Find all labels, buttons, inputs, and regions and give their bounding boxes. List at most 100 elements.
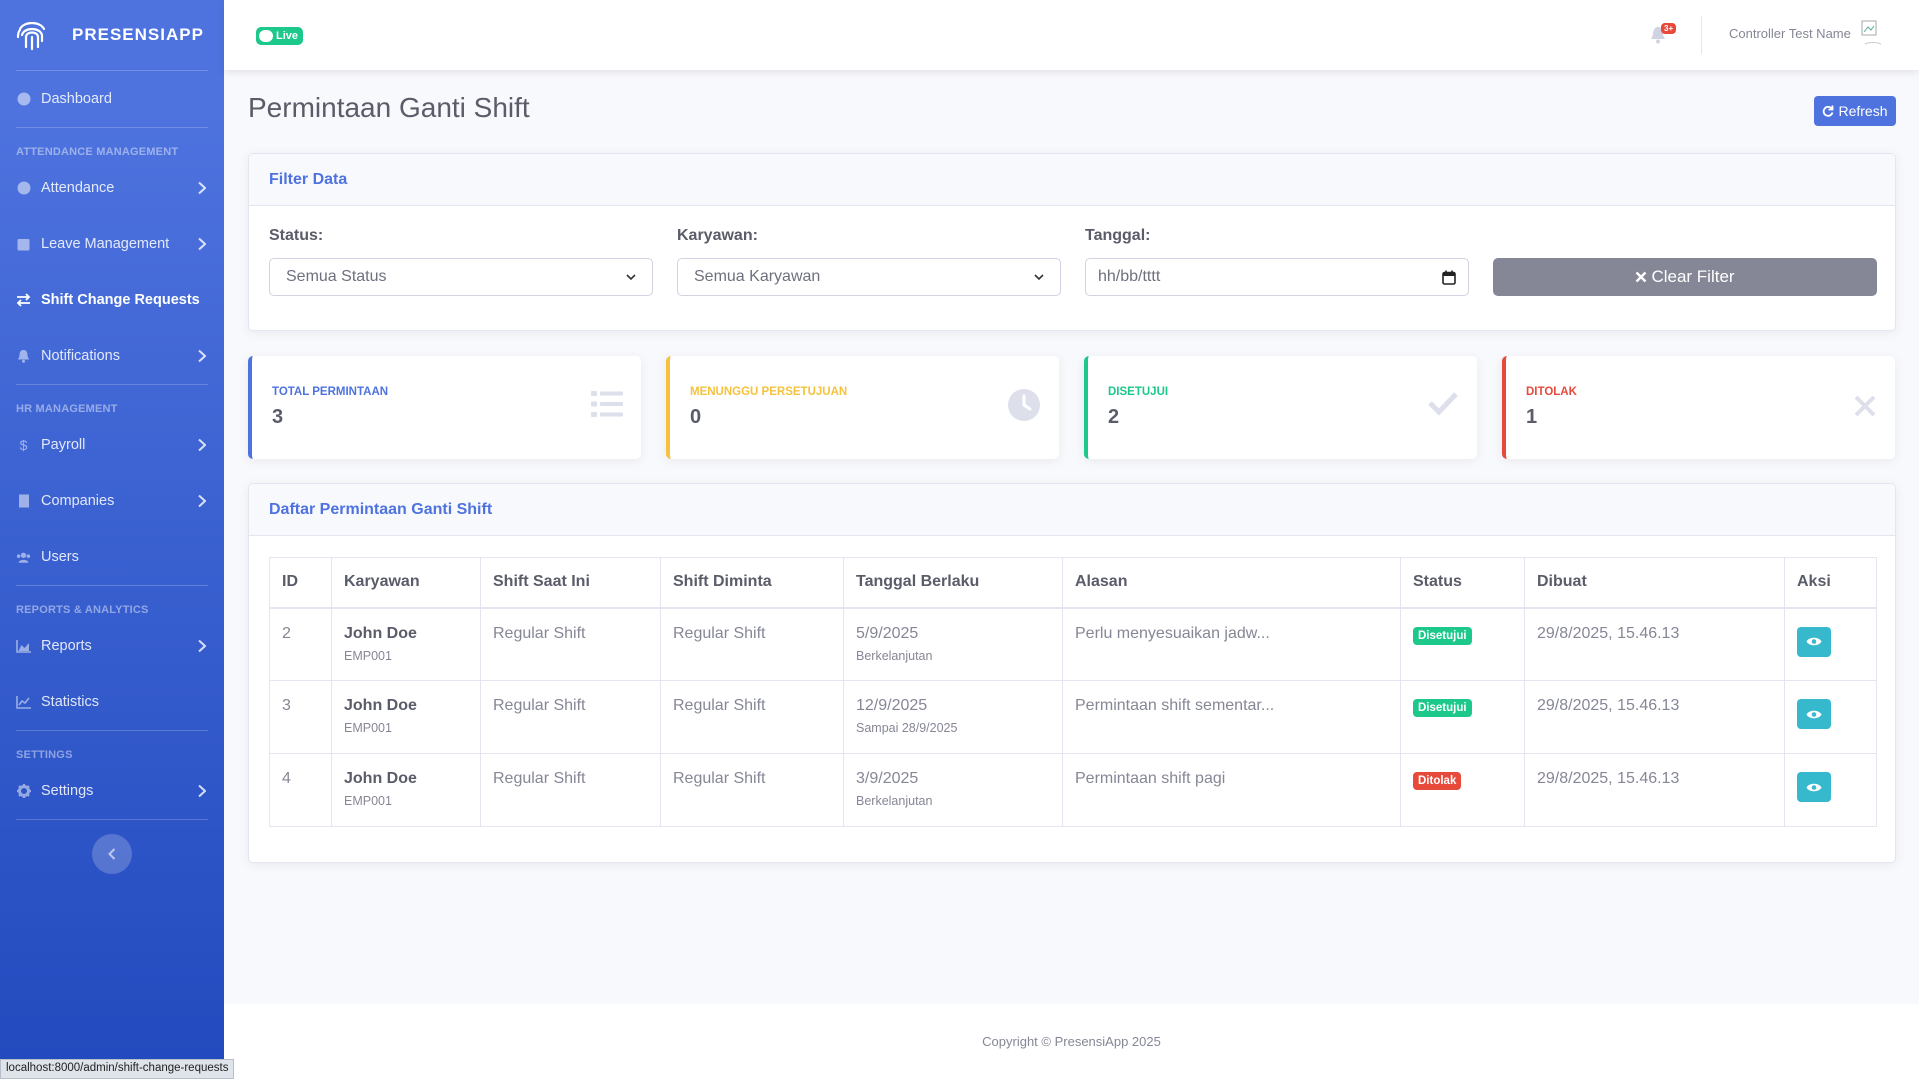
calendar-icon bbox=[16, 237, 31, 252]
shift-requests-card: Daftar Permintaan Ganti Shift ID Karyawa… bbox=[248, 483, 1896, 863]
date-input[interactable]: hh/bb/tttt bbox=[1085, 258, 1469, 296]
topbar-divider bbox=[1701, 16, 1702, 54]
employee-select[interactable]: Semua Karyawan bbox=[677, 258, 1061, 296]
chevron-down-icon bbox=[626, 273, 636, 280]
chevron-right-icon bbox=[198, 181, 206, 195]
chart-area-icon bbox=[16, 639, 31, 654]
chevron-right-icon bbox=[198, 494, 206, 508]
column-header: Aksi bbox=[1784, 557, 1877, 609]
column-header[interactable]: Tanggal Berlaku bbox=[843, 557, 1063, 609]
filter-card: Filter Data Status: Semua Status Karyawa… bbox=[248, 153, 1896, 331]
effective-date: 5/9/2025 bbox=[856, 624, 919, 642]
stat-label: DITOLAK bbox=[1526, 386, 1577, 398]
stat-value: 2 bbox=[1108, 406, 1120, 428]
effective-date-note: Sampai 28/9/2025 bbox=[856, 721, 958, 735]
chevron-left-icon bbox=[108, 848, 116, 860]
sidebar-toggle-button[interactable] bbox=[92, 834, 132, 874]
chevron-right-icon bbox=[198, 639, 206, 653]
avatar[interactable] bbox=[1861, 20, 1883, 46]
cell-status: Disetujui bbox=[1400, 607, 1525, 681]
column-header[interactable]: Shift Diminta bbox=[660, 557, 844, 609]
view-button[interactable] bbox=[1797, 626, 1831, 657]
column-header[interactable]: ID bbox=[269, 557, 332, 609]
notification-badge: 3+ bbox=[1661, 23, 1677, 34]
sidebar-item-payroll[interactable]: $ Payroll bbox=[0, 417, 224, 473]
brand-name: PRESENSIAPP bbox=[72, 25, 204, 44]
view-button[interactable] bbox=[1797, 699, 1831, 729]
cell-employee: John Doe EMP001 bbox=[331, 680, 481, 754]
dollar-icon: $ bbox=[19, 437, 28, 453]
chevron-right-icon bbox=[198, 349, 206, 363]
sidebar-item-companies[interactable]: Companies bbox=[0, 473, 224, 529]
cell-created: 29/8/2025, 15.46.13 bbox=[1524, 607, 1785, 681]
sidebar-item-label: Shift Change Requests bbox=[41, 292, 200, 308]
stat-card-rejected: DITOLAK 1 bbox=[1502, 356, 1895, 459]
stat-card-approved: DISETUJUI 2 bbox=[1084, 356, 1477, 459]
gear-icon bbox=[16, 784, 31, 799]
sidebar-item-reports[interactable]: Reports bbox=[0, 618, 224, 674]
column-header[interactable]: Status bbox=[1400, 557, 1525, 609]
effective-date: 12/9/2025 bbox=[856, 697, 928, 714]
user-name[interactable]: Controller Test Name bbox=[1729, 26, 1851, 41]
cell-effective-date: 3/9/2025 Berkelanjutan bbox=[843, 753, 1063, 827]
status-select[interactable]: Semua Status bbox=[269, 258, 653, 296]
calendar-icon[interactable] bbox=[1442, 270, 1456, 285]
sidebar-item-label: Users bbox=[41, 549, 79, 565]
employee-name: John Doe bbox=[344, 770, 417, 787]
refresh-label: Refresh bbox=[1838, 103, 1888, 119]
sidebar-heading: ATTENDANCE MANAGEMENT bbox=[16, 146, 179, 158]
sidebar-item-statistics[interactable]: Statistics bbox=[0, 674, 224, 730]
shift-requests-table: ID Karyawan Shift Saat Ini Shift Diminta… bbox=[269, 557, 1877, 827]
cell-id: 3 bbox=[269, 680, 332, 754]
column-header[interactable]: Dibuat bbox=[1524, 557, 1785, 609]
stat-label: DISETUJUI bbox=[1108, 386, 1169, 398]
table-row: 3 John Doe EMP001 Regular Shift Regular S… bbox=[269, 680, 1877, 754]
column-header[interactable]: Shift Saat Ini bbox=[480, 557, 661, 609]
table-header-row: ID Karyawan Shift Saat Ini Shift Diminta… bbox=[269, 557, 1877, 609]
topbar: Live 3+ Controller Test Name bbox=[224, 0, 1919, 70]
chart-line-icon bbox=[16, 695, 31, 710]
employee-name: John Doe bbox=[344, 624, 417, 642]
sidebar-item-settings[interactable]: Settings bbox=[0, 763, 224, 819]
cell-id: 2 bbox=[269, 607, 332, 681]
sidebar-item-notifications[interactable]: Notifications bbox=[0, 328, 224, 384]
cell-effective-date: 12/9/2025 Sampai 28/9/2025 bbox=[843, 680, 1063, 754]
filter-card-title: Filter Data bbox=[249, 154, 1895, 206]
clock-icon bbox=[1008, 389, 1040, 421]
cell-requested-shift: Regular Shift bbox=[660, 607, 844, 681]
sidebar-item-label: Payroll bbox=[41, 437, 86, 453]
clear-filter-button[interactable]: Clear Filter bbox=[1493, 258, 1877, 296]
brand[interactable]: PRESENSIAPP bbox=[0, 0, 224, 70]
cell-current-shift: Regular Shift bbox=[480, 753, 661, 827]
toggle-dot-icon bbox=[259, 30, 273, 42]
refresh-button[interactable]: Refresh bbox=[1814, 96, 1896, 126]
status-filter-label: Status: bbox=[269, 227, 324, 244]
view-button[interactable] bbox=[1797, 772, 1831, 802]
column-header[interactable]: Alasan bbox=[1062, 557, 1401, 609]
effective-date-note: Berkelanjutan bbox=[856, 648, 933, 663]
sidebar-item-leave-management[interactable]: Leave Management bbox=[0, 216, 224, 272]
refresh-icon bbox=[1823, 105, 1834, 117]
chevron-right-icon bbox=[198, 237, 206, 251]
clear-filter-label: Clear Filter bbox=[1651, 267, 1735, 286]
sidebar-item-label: Reports bbox=[41, 638, 92, 654]
browser-status-url: localhost:8000/admin/shift-change-reques… bbox=[0, 1059, 235, 1079]
sidebar-item-label: Settings bbox=[41, 783, 94, 799]
eye-icon bbox=[1806, 637, 1822, 646]
employee-id: EMP001 bbox=[344, 721, 392, 735]
close-icon bbox=[1636, 271, 1647, 283]
column-header[interactable]: Karyawan bbox=[331, 557, 481, 609]
sidebar-item-shift-change-requests[interactable]: Shift Change Requests bbox=[0, 272, 224, 328]
list-icon bbox=[591, 391, 623, 417]
sidebar-item-users[interactable]: Users bbox=[0, 529, 224, 585]
sidebar-item-dashboard[interactable]: Dashboard bbox=[0, 71, 224, 127]
table-row: 2 John Doe EMP001 Regular Shift Regular S… bbox=[269, 607, 1877, 681]
cell-current-shift: Regular Shift bbox=[480, 680, 661, 754]
cell-requested-shift: Regular Shift bbox=[660, 753, 844, 827]
bell-icon bbox=[16, 349, 31, 364]
cell-requested-shift: Regular Shift bbox=[660, 680, 844, 754]
sidebar-item-attendance[interactable]: Attendance bbox=[0, 160, 224, 216]
times-icon bbox=[1854, 395, 1876, 417]
sidebar-item-label: Dashboard bbox=[41, 91, 112, 107]
cell-reason: Perlu menyesuaikan jadw... bbox=[1062, 607, 1401, 681]
